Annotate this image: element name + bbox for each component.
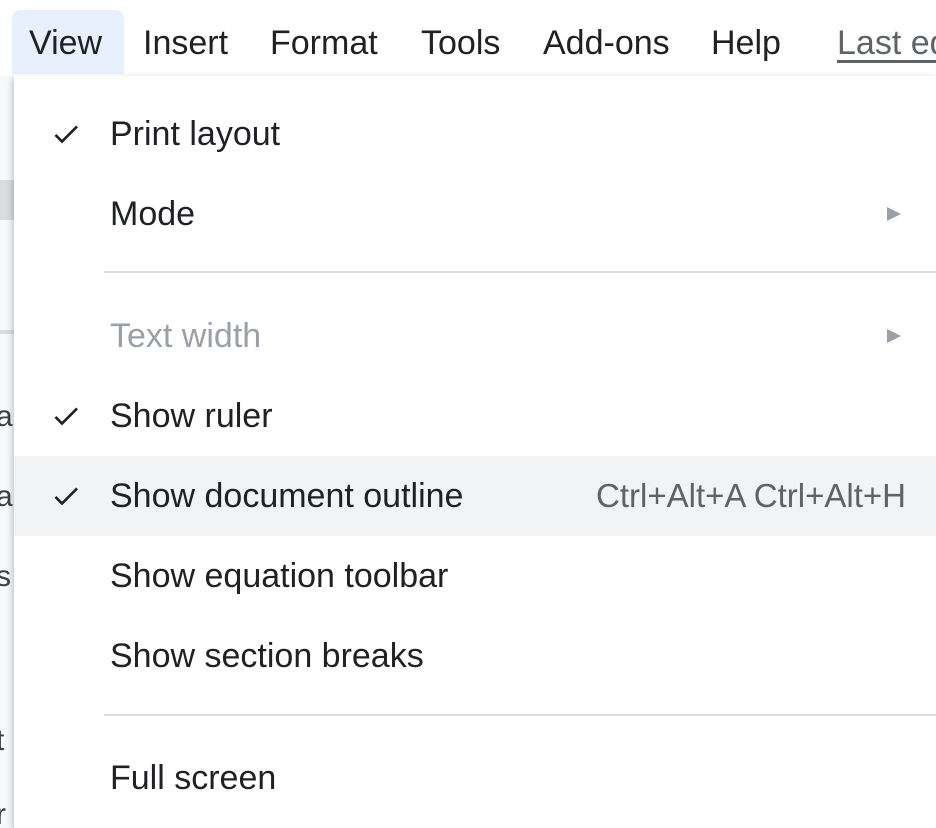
menu-add-ons[interactable]: Add-ons — [543, 10, 670, 74]
menu-item-print-layout[interactable]: Print layout — [14, 94, 936, 174]
menu-item-label: Show document outline — [110, 477, 464, 515]
toolbar-edge — [0, 180, 14, 220]
menu-item-show-document-outline[interactable]: Show document outline Ctrl+Alt+A Ctrl+Al… — [14, 456, 936, 536]
submenu-arrow-icon — [884, 326, 904, 346]
menu-item-label: Show ruler — [110, 397, 273, 435]
menu-item-full-screen[interactable]: Full screen — [14, 738, 936, 818]
menu-help[interactable]: Help — [711, 10, 781, 74]
document-text-fragment: t — [0, 724, 5, 757]
menu-tools[interactable]: Tools — [421, 10, 500, 74]
check-icon — [50, 400, 82, 432]
menu-view[interactable]: View — [12, 10, 124, 74]
check-icon — [50, 118, 82, 150]
check-icon — [50, 480, 82, 512]
menu-item-text-width: Text width — [14, 296, 936, 376]
menu-item-show-section-breaks[interactable]: Show section breaks — [14, 616, 936, 696]
menu-item-label: Text width — [110, 317, 262, 355]
document-text-fragment: a — [0, 480, 13, 513]
menu-separator — [104, 271, 936, 273]
document-text-fragment: a — [0, 400, 13, 433]
document-text-fragment: r — [0, 798, 6, 828]
document-background: a a s t r — [0, 76, 14, 828]
menubar: View Insert Format Tools Add-ons Help La… — [0, 0, 936, 76]
menu-item-label: Mode — [110, 195, 196, 233]
view-menu-dropdown: Print layout Mode Text width Show ruler … — [14, 76, 936, 828]
menu-item-show-equation-toolbar[interactable]: Show equation toolbar — [14, 536, 936, 616]
menu-item-label: Print layout — [110, 115, 281, 153]
keyboard-shortcut: Ctrl+Alt+A Ctrl+Alt+H — [596, 477, 906, 514]
document-text-fragment: s — [0, 560, 11, 593]
ruler-edge — [0, 330, 14, 334]
submenu-arrow-icon — [884, 204, 904, 224]
menu-item-label: Show section breaks — [110, 637, 424, 675]
menu-format[interactable]: Format — [270, 10, 378, 74]
last-edit-link[interactable]: Last ed — [837, 10, 936, 74]
menu-item-label: Show equation toolbar — [110, 557, 449, 595]
menu-insert[interactable]: Insert — [143, 10, 228, 74]
menu-item-mode[interactable]: Mode — [14, 174, 936, 254]
menu-item-show-ruler[interactable]: Show ruler — [14, 376, 936, 456]
menu-separator — [104, 714, 936, 716]
menu-item-label: Full screen — [110, 759, 277, 797]
